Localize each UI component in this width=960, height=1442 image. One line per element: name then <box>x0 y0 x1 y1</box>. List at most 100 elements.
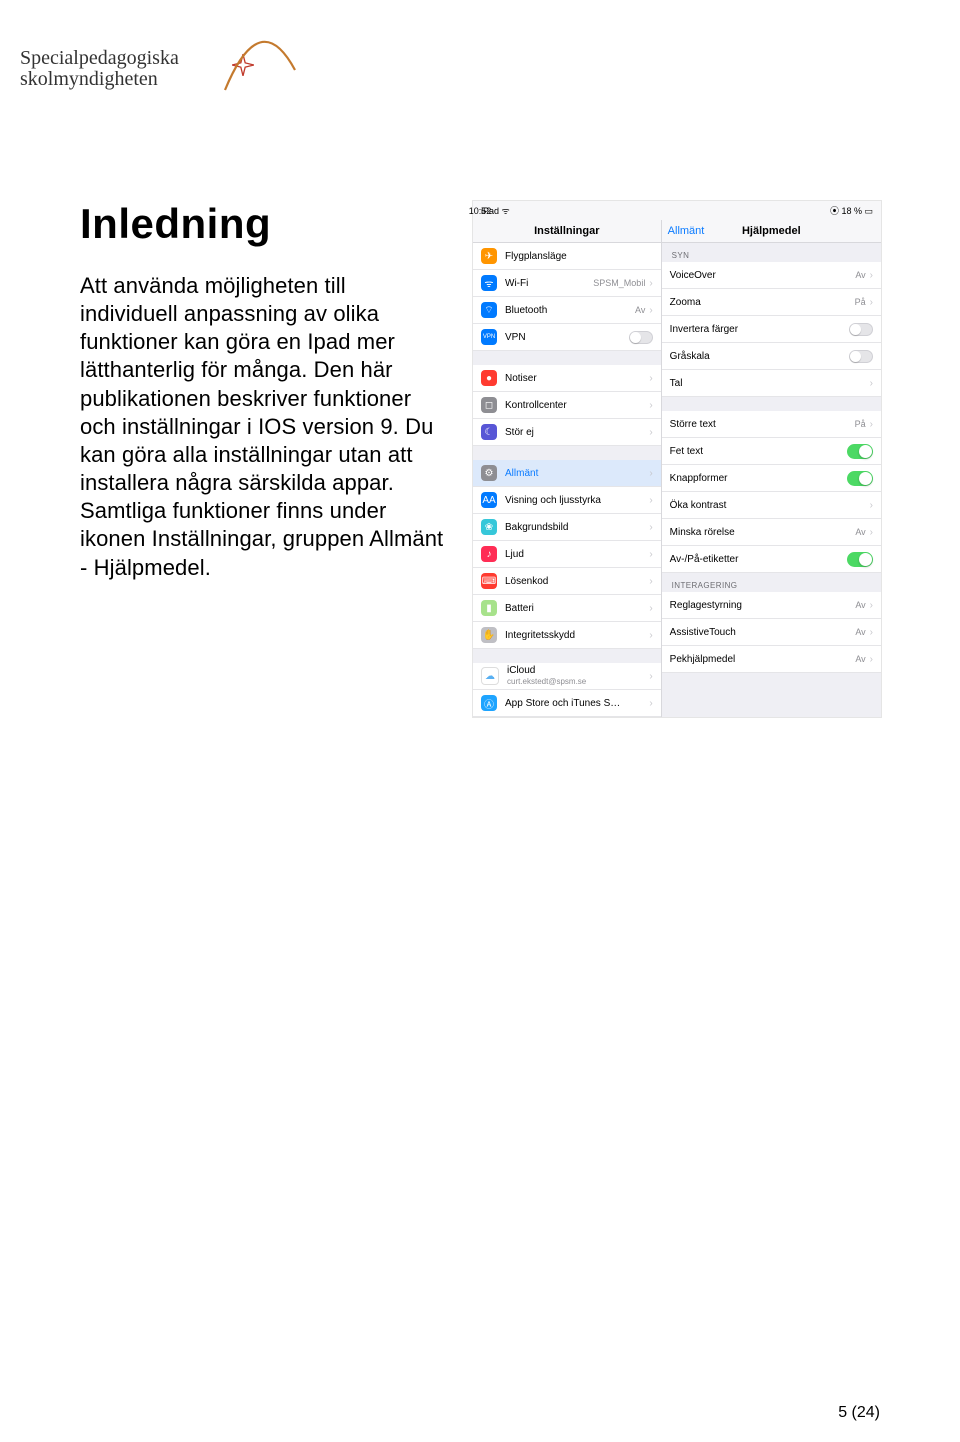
row-icon: Ⓐ <box>481 695 497 711</box>
sidebar-item[interactable]: ✋Integritetsskydd› <box>473 622 661 649</box>
row-label: Öka kontrast <box>670 500 866 511</box>
sidebar-item[interactable]: ⌔BluetoothAv› <box>473 297 661 324</box>
sidebar-item[interactable]: AA Visning och ljusstyrka › <box>473 487 661 514</box>
row-label: Knappformer <box>670 473 847 484</box>
row-label: Allmänt <box>505 468 645 479</box>
toggle-switch[interactable] <box>629 331 653 344</box>
chevron-right-icon: › <box>870 600 873 611</box>
chevron-right-icon: › <box>649 427 652 438</box>
row-value: På <box>855 297 866 307</box>
toggle-switch[interactable] <box>849 323 873 336</box>
row-label: Batteri <box>505 603 645 614</box>
row-value: Av <box>855 654 865 664</box>
row-label: Gråskala <box>670 351 849 362</box>
settings-row[interactable]: Av-/På-etiketter <box>662 546 881 573</box>
sidebar-item[interactable]: ⚙︎Allmänt› <box>473 460 661 487</box>
chevron-right-icon: › <box>649 373 652 384</box>
sidebar-title: Inställningar <box>473 220 661 243</box>
settings-row[interactable]: Invertera färger <box>662 316 881 343</box>
row-label: Ljud <box>505 549 645 560</box>
page-number: 5 (24) <box>838 1404 880 1422</box>
settings-row[interactable]: Större textPå› <box>662 411 881 438</box>
status-time: 10:52 <box>469 206 492 216</box>
group-label: SYN <box>662 243 881 262</box>
row-label: VoiceOver <box>670 270 856 281</box>
row-label: Större text <box>670 419 855 430</box>
row-label: Kontrollcenter <box>505 400 645 411</box>
chevron-right-icon: › <box>649 305 652 316</box>
toggle-switch[interactable] <box>847 444 873 459</box>
sidebar-item[interactable]: ✈︎ Flygplansläge <box>473 243 661 270</box>
chevron-right-icon: › <box>649 630 652 641</box>
chevron-right-icon: › <box>649 495 652 506</box>
sidebar-item[interactable]: ● Notiser › <box>473 365 661 392</box>
row-value: Av <box>635 305 645 315</box>
row-value: Av <box>855 600 865 610</box>
settings-row[interactable]: PekhjälpmedelAv › <box>662 646 881 673</box>
chevron-right-icon: › <box>649 400 652 411</box>
row-icon: ✋ <box>481 627 497 643</box>
settings-row[interactable]: Gråskala <box>662 343 881 370</box>
sidebar-item[interactable]: VPN VPN <box>473 324 661 351</box>
sidebar-item[interactable]: ⌨︎Lösenkod› <box>473 568 661 595</box>
chevron-right-icon: › <box>870 270 873 281</box>
toggle-switch[interactable] <box>847 471 873 486</box>
settings-row[interactable]: Fet text <box>662 438 881 465</box>
chevron-right-icon: › <box>649 671 652 682</box>
row-value: Av <box>855 527 865 537</box>
chevron-right-icon: › <box>649 549 652 560</box>
ios-statusbar: iPad ᯤ 10:52 ⦿ 18 % ▭ <box>473 201 881 220</box>
row-icon: ✈︎ <box>481 248 497 264</box>
row-label: Wi-Fi <box>505 278 593 289</box>
settings-row[interactable]: AssistiveTouchAv› <box>662 619 881 646</box>
row-icon: ᯤ <box>481 275 497 291</box>
sidebar-item[interactable]: ᯤWi-FiSPSM_Mobil› <box>473 270 661 297</box>
settings-row[interactable]: Öka kontrast› <box>662 492 881 519</box>
settings-row[interactable]: Minska rörelseAv› <box>662 519 881 546</box>
brand-logo: Specialpedagogiska skolmyndigheten <box>20 20 820 110</box>
chevron-right-icon: › <box>649 468 652 479</box>
chevron-right-icon: › <box>870 419 873 430</box>
chevron-right-icon: › <box>870 378 873 389</box>
sidebar-item[interactable]: ☁︎iCloudcurt.ekstedt@spsm.se› <box>473 663 661 690</box>
sidebar-item[interactable]: ⒶApp Store och iTunes S…› <box>473 690 661 717</box>
settings-row[interactable]: VoiceOverAv › <box>662 262 881 289</box>
sidebar-item[interactable]: ☾Stör ej› <box>473 419 661 446</box>
settings-row[interactable]: ZoomaPå› <box>662 289 881 316</box>
row-icon: AA <box>481 492 497 508</box>
row-icon: ❀ <box>481 519 497 535</box>
settings-row[interactable]: ReglagestyrningAv › <box>662 592 881 619</box>
back-link[interactable]: Allmänt <box>668 220 705 242</box>
sidebar-item[interactable]: ◻︎Kontrollcenter› <box>473 392 661 419</box>
row-label: Lösenkod <box>505 576 645 587</box>
heading: Inledning <box>80 200 448 248</box>
sidebar-item[interactable]: ▮Batteri› <box>473 595 661 622</box>
row-label: Pekhjälpmedel <box>670 654 856 665</box>
row-label: Reglagestyrning <box>670 600 856 611</box>
row-label: Visning och ljusstyrka <box>505 495 645 506</box>
row-label: Zooma <box>670 297 855 308</box>
row-value: Av <box>855 270 865 280</box>
chevron-right-icon: › <box>870 527 873 538</box>
row-label: Tal <box>670 378 866 389</box>
sidebar-item[interactable]: ❀Bakgrundsbild› <box>473 514 661 541</box>
sidebar-item[interactable]: ♪Ljud› <box>473 541 661 568</box>
row-label: Flygplansläge <box>505 251 653 262</box>
settings-row[interactable]: Knappformer <box>662 465 881 492</box>
row-label: AssistiveTouch <box>670 627 856 638</box>
row-icon: VPN <box>481 329 497 345</box>
chevron-right-icon: › <box>870 654 873 665</box>
chevron-right-icon: › <box>649 603 652 614</box>
row-icon: ⌔ <box>481 302 497 318</box>
brand-name: Specialpedagogiska skolmyndigheten <box>20 48 179 90</box>
row-label: VPN <box>505 332 629 343</box>
toggle-switch[interactable] <box>847 552 873 567</box>
group-label: INTERAGERING <box>662 573 881 592</box>
row-label: Stör ej <box>505 427 645 438</box>
chevron-right-icon: › <box>870 627 873 638</box>
settings-row[interactable]: Tal › <box>662 370 881 397</box>
row-icon: ● <box>481 370 497 386</box>
row-label: Av-/På-etiketter <box>670 554 847 565</box>
row-label: Notiser <box>505 373 645 384</box>
toggle-switch[interactable] <box>849 350 873 363</box>
